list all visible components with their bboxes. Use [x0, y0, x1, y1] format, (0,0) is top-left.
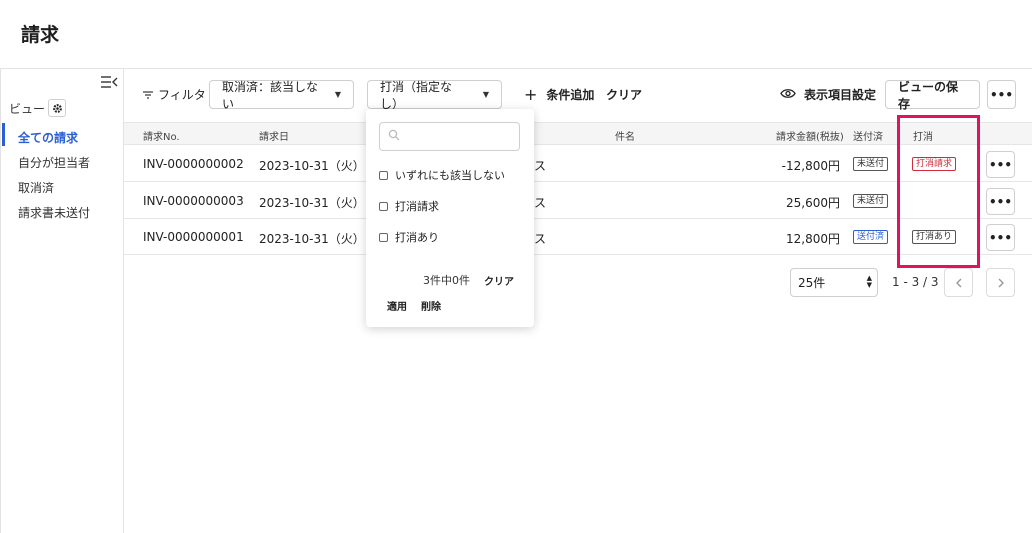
dropdown-option-reversal-exists[interactable]: 打消あり	[379, 229, 439, 245]
checkbox[interactable]	[379, 232, 388, 242]
reversal-filter-label: 打消（指定なし）	[380, 79, 453, 111]
sidebar-active-indicator	[2, 123, 5, 146]
invoice-no-cell: INV-0000000003	[143, 194, 244, 208]
invoice-no-cell: INV-0000000002	[143, 157, 244, 171]
chevron-left-icon[interactable]	[944, 268, 973, 297]
more-options-button[interactable]: •••	[987, 80, 1016, 109]
view-label: ビュー	[9, 102, 46, 116]
dropdown-option-none[interactable]: いずれにも該当しない	[379, 167, 505, 183]
column-header-amount[interactable]: 請求金額(税抜)	[776, 128, 844, 143]
add-condition-button[interactable]: + 条件追加	[524, 80, 594, 109]
invoice-date-cell: 2023-10-31（火）	[259, 196, 365, 210]
status-badge: 未送付	[853, 157, 889, 171]
dropdown-option-label: 打消請求	[395, 200, 439, 213]
reversal-filter-dropdown: いずれにも該当しない 打消請求 打消あり 3件中0件 クリア 適用 削除	[366, 109, 534, 327]
sidebar-item-my-invoices[interactable]: 自分が担当者	[18, 154, 90, 171]
dropdown-clear-button[interactable]: クリア	[484, 273, 514, 288]
reversal-filter-button[interactable]: 打消（指定なし） ▼	[367, 79, 502, 111]
select-arrows-icon: ▲ ▼	[866, 274, 872, 289]
checkbox[interactable]	[379, 170, 388, 180]
dropdown-option-reversal-request[interactable]: 打消請求	[379, 198, 439, 214]
sidebar-item-unsent[interactable]: 請求書未送付	[18, 204, 90, 221]
row-more-button[interactable]: •••	[986, 151, 1015, 178]
filter-icon	[143, 88, 153, 102]
per-page-select[interactable]: 25件 ▲ ▼	[790, 268, 878, 297]
dropdown-delete-button[interactable]: 削除	[421, 298, 441, 313]
column-header-sent[interactable]: 送付済	[853, 128, 883, 143]
pagination-range: 1 - 3 / 3	[892, 275, 939, 289]
add-condition-label: 条件追加	[546, 88, 595, 102]
dropdown-search-input[interactable]	[379, 122, 520, 151]
invoice-no-cell: INV-0000000001	[143, 230, 244, 244]
checkbox[interactable]	[379, 201, 388, 211]
search-icon	[388, 129, 400, 144]
display-settings-button[interactable]: 表示項目設定	[780, 80, 876, 109]
row-more-button[interactable]: •••	[986, 224, 1015, 251]
cancelled-filter-button[interactable]: 取消済：該当しない ▼	[209, 79, 354, 111]
client-cell: ス	[534, 196, 547, 210]
selection-count: 3件中0件	[423, 274, 470, 287]
page-title: 請求	[21, 24, 60, 46]
cancelled-filter-label: 取消済：該当しない	[222, 79, 319, 111]
status-badge: 打消請求	[912, 157, 957, 171]
status-badge: 送付済	[853, 230, 889, 244]
invoice-date-cell: 2023-10-31（火）	[259, 232, 365, 246]
sidebar: ビュー 全ての請求 自分が担当者 取消済 請求書未送付	[0, 69, 124, 533]
caret-down-icon: ▼	[334, 90, 341, 99]
sidebar-item-all-invoices[interactable]: 全ての請求	[18, 129, 78, 146]
dropdown-option-label: 打消あり	[395, 231, 439, 244]
amount-cell: 12,800円	[786, 232, 840, 246]
table-row[interactable]: INV-0000000002 2023-10-31（火） ス -12,800円 …	[124, 146, 1032, 182]
filter-label-text: フィルタ	[158, 88, 206, 102]
client-cell: ス	[534, 159, 547, 173]
dropdown-option-label: いずれにも該当しない	[395, 169, 505, 182]
amount-cell: -12,800円	[781, 159, 840, 173]
column-header-invoice-date[interactable]: 請求日	[259, 128, 289, 143]
collapse-sidebar-icon[interactable]	[100, 75, 118, 91]
column-header-subject[interactable]: 件名	[615, 128, 635, 143]
gear-icon[interactable]	[48, 99, 66, 117]
column-header-invoice-no[interactable]: 請求No.	[143, 128, 180, 143]
filter-label: フィルタ	[143, 80, 206, 109]
per-page-value: 25件	[798, 276, 826, 290]
status-badge: 未送付	[853, 194, 889, 208]
column-header-reversal[interactable]: 打消	[913, 128, 933, 143]
table-header: 請求No. 請求日 件名 請求金額(税抜) 送付済 打消	[124, 122, 1032, 145]
row-more-button[interactable]: •••	[986, 188, 1015, 215]
save-view-button[interactable]: ビューの保存	[885, 80, 980, 111]
table-row[interactable]: INV-0000000003 2023-10-31（火） ス 25,600円 未…	[124, 183, 1032, 219]
chevron-right-icon[interactable]	[986, 268, 1015, 297]
clear-filters-button[interactable]: クリア	[606, 80, 642, 109]
invoice-date-cell: 2023-10-31（火）	[259, 159, 365, 173]
page-header: 請求	[0, 0, 1032, 69]
plus-icon: +	[524, 85, 538, 104]
client-cell: ス	[534, 232, 547, 246]
dropdown-apply-button[interactable]: 適用	[387, 298, 407, 313]
sidebar-item-cancelled[interactable]: 取消済	[18, 179, 54, 196]
caret-down-icon: ▼	[482, 90, 489, 99]
table-row[interactable]: INV-0000000001 2023-10-31（火） ス 12,800円 送…	[124, 219, 1032, 255]
amount-cell: 25,600円	[786, 196, 840, 210]
status-badge: 打消あり	[912, 230, 957, 244]
eye-icon	[780, 88, 796, 102]
display-settings-label: 表示項目設定	[804, 88, 877, 102]
